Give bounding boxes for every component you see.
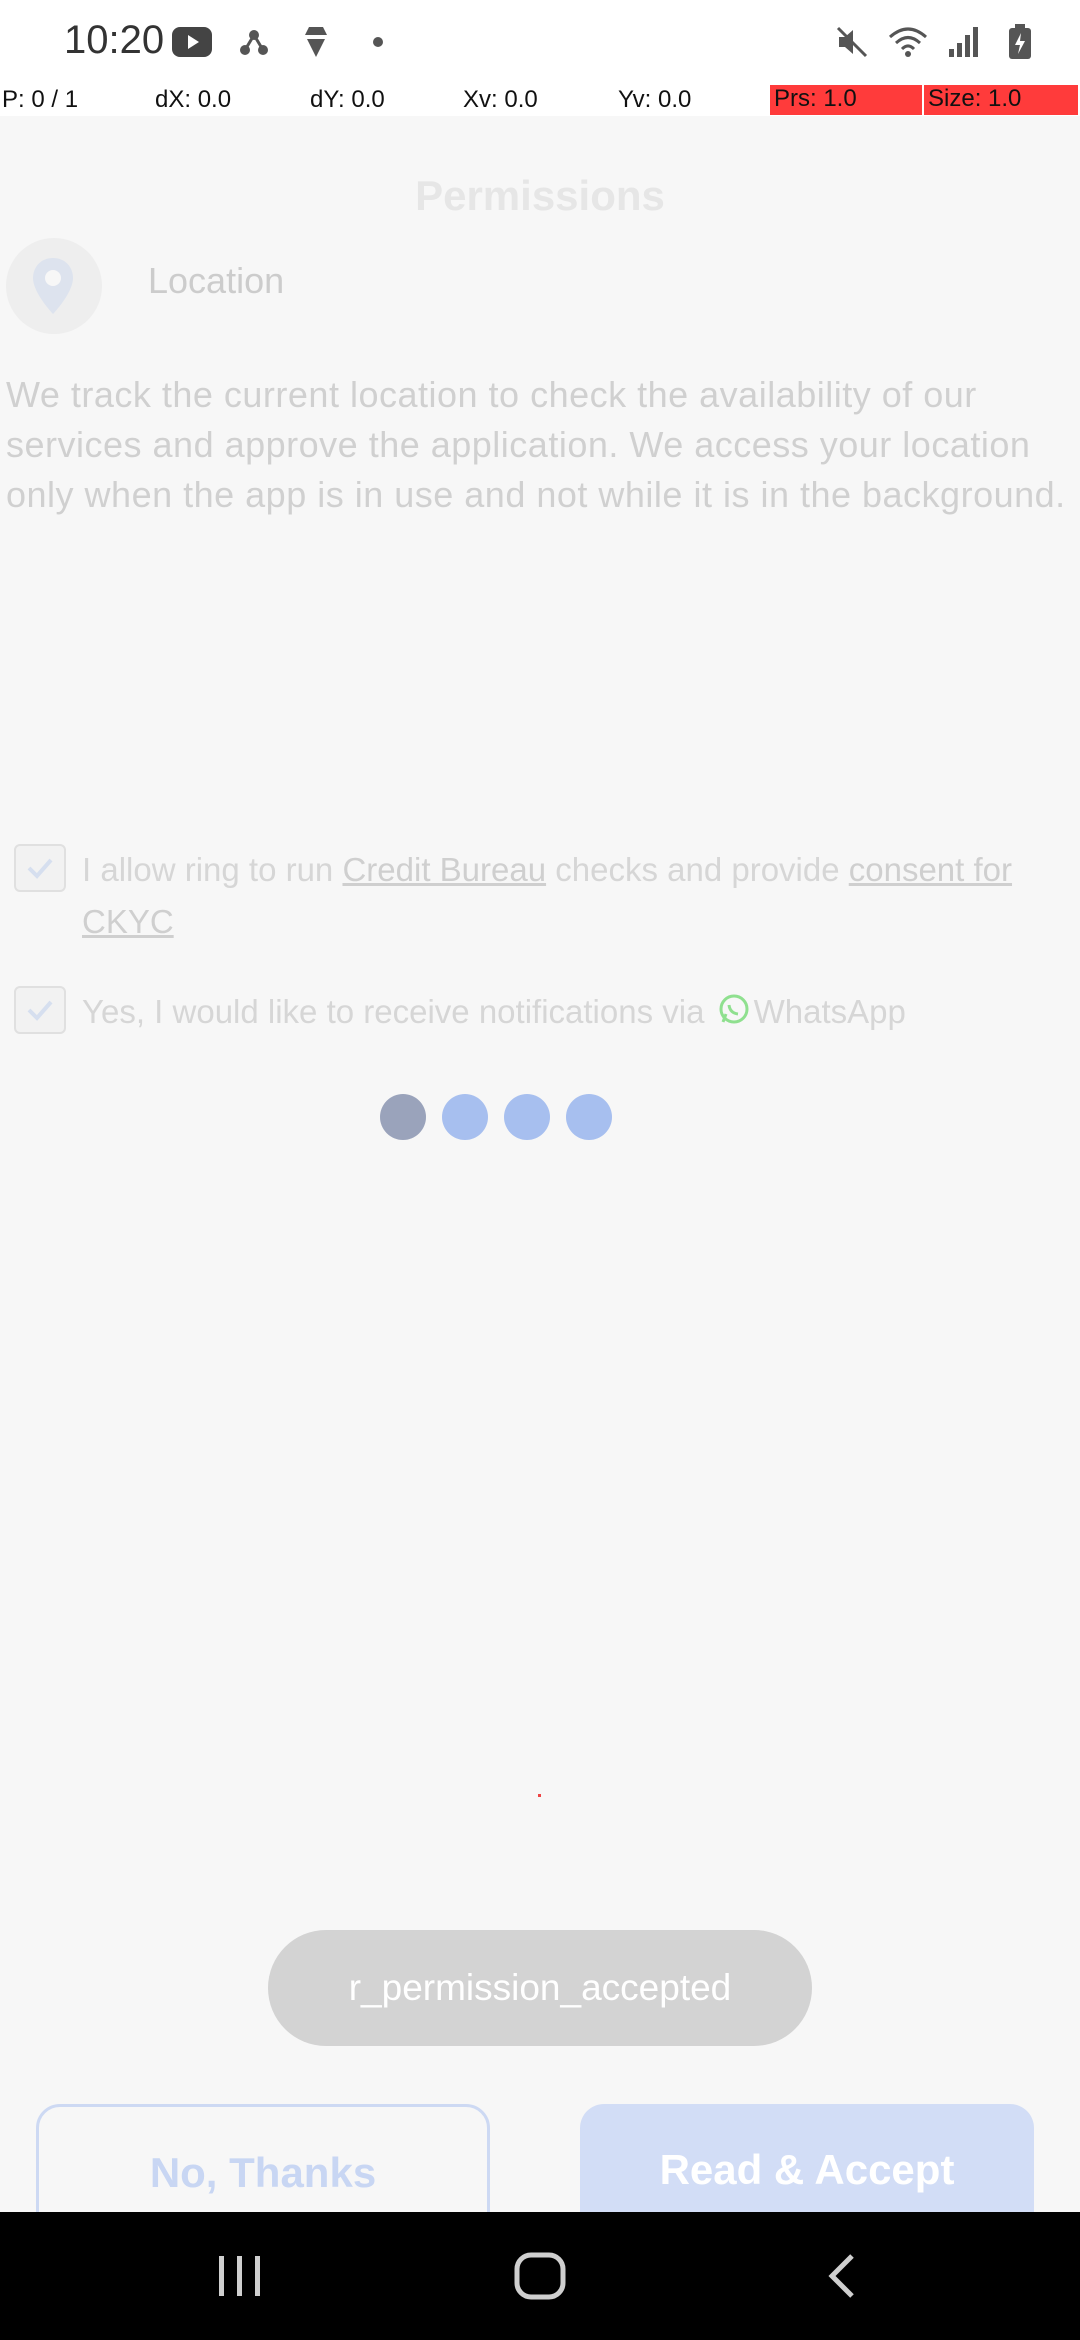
credit-bureau-link[interactable]: Credit Bureau [342,851,546,888]
share-hub-icon [234,22,274,62]
mute-icon [832,22,872,62]
whatsapp-consent-text: Yes, I would like to receive notificatio… [82,986,1062,1040]
dot-icon [358,22,398,62]
whatsapp-consent[interactable]: Yes, I would like to receive notificatio… [14,986,1062,1040]
wifi-icon [888,22,928,62]
incognito-icon [296,22,336,62]
location-pin-icon [30,256,76,321]
home-icon [514,2252,566,2300]
debug-dx: dX: 0.0 [155,86,232,113]
whatsapp-icon [718,988,750,1040]
back-icon [828,2254,854,2298]
status-left-icons [172,22,398,62]
consent-2-suffix: WhatsApp [753,993,906,1030]
debug-yv: Yv: 0.0 [618,86,692,113]
whatsapp-checkbox[interactable] [14,986,66,1034]
page-title: Permissions [415,172,665,219]
touch-trace-dot [538,1794,541,1797]
recent-apps-button[interactable] [140,2212,340,2340]
debug-pressure: Prs: 1.0 [770,85,922,115]
consent-1-middle: checks and provide [546,851,849,888]
signal-icon [944,22,984,62]
credit-bureau-consent[interactable]: I allow ring to run Credit Bureau checks… [14,844,1062,948]
credit-bureau-checkbox[interactable] [14,844,66,892]
permissions-page: Permissions Location We track the curren… [0,116,1080,2212]
recent-apps-icon [219,2256,260,2296]
toast-message: r_permission_accepted [268,1930,812,2046]
status-time: 10:20 [64,18,165,62]
consent-2-prefix: Yes, I would like to receive notificatio… [82,993,714,1030]
debug-xv: Xv: 0.0 [463,86,538,113]
debug-size: Size: 1.0 [924,85,1078,115]
system-nav-bar [0,2212,1080,2340]
status-right-icons [832,22,1040,62]
location-label: Location [148,260,285,301]
consent-1-prefix: I allow ring to run [82,851,343,888]
debug-dy: dY: 0.0 [310,86,385,113]
loading-indicator [380,1094,612,1140]
pointer-location-overlay: P: 0 / 1 dX: 0.0 dY: 0.0 Xv: 0.0 Yv: 0.0… [0,84,1080,116]
location-description: We track the current location to check t… [6,374,1066,515]
back-button[interactable] [742,2212,942,2340]
loader-dot [566,1094,612,1140]
youtube-icon [172,22,212,62]
home-button[interactable] [440,2212,640,2340]
credit-bureau-consent-text: I allow ring to run Credit Bureau checks… [82,844,1062,948]
battery-icon [1000,22,1040,62]
status-bar: 10:20 [0,0,1080,84]
loader-dot [380,1094,426,1140]
loader-dot [442,1094,488,1140]
debug-pointer: P: 0 / 1 [2,86,79,113]
loader-dot [504,1094,550,1140]
